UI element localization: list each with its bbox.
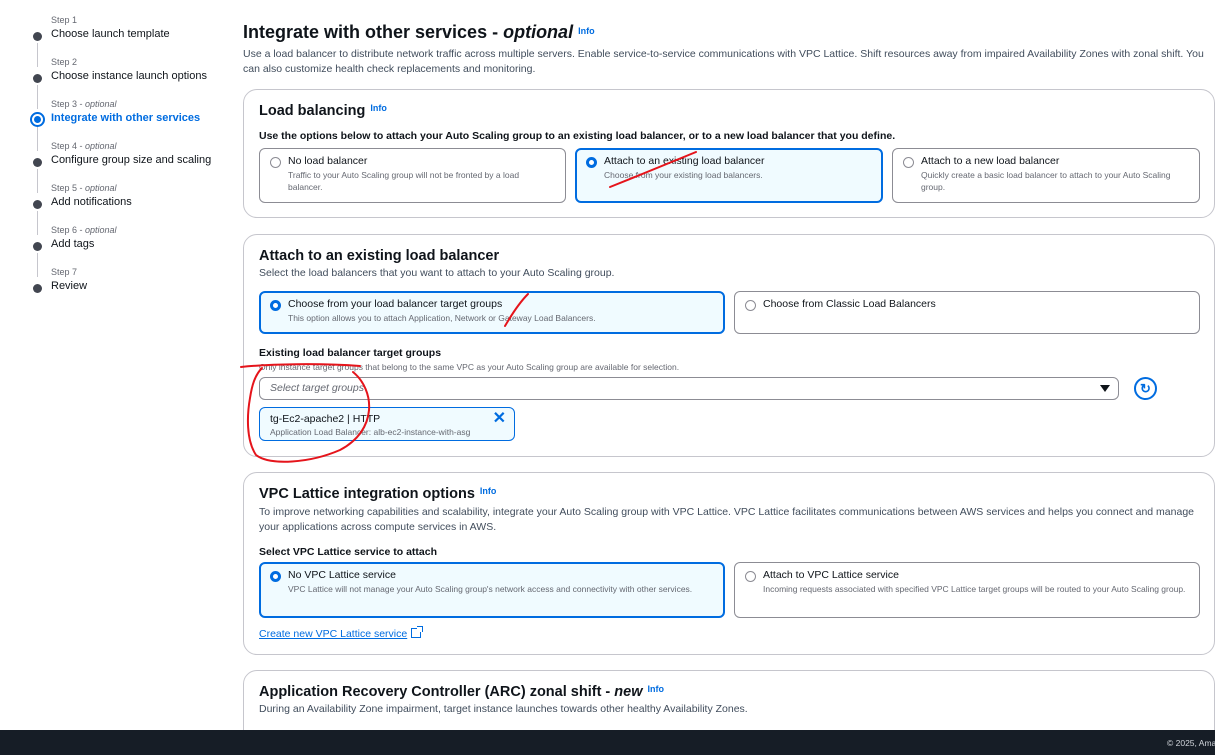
- vpc-lattice-panel: VPC Lattice integration options Info To i…: [243, 472, 1215, 655]
- option-description: Quickly create a basic load balancer to …: [921, 170, 1171, 192]
- radio-button[interactable]: [270, 571, 281, 582]
- attach-new-lb-option[interactable]: Attach to a new load balancer Quickly cr…: [892, 148, 1200, 203]
- option-label: Attach to an existing load balancer: [604, 155, 765, 167]
- option-description: Choose from your existing load balancers…: [604, 170, 763, 180]
- panel-title: VPC Lattice integration options Info: [259, 486, 497, 502]
- info-link[interactable]: Info: [480, 486, 497, 496]
- info-link[interactable]: Info: [370, 103, 387, 113]
- info-link[interactable]: Info: [647, 684, 664, 694]
- info-link[interactable]: Info: [578, 26, 595, 36]
- selected-target-group-token: tg-Ec2-apache2 | HTTP Application Load B…: [259, 407, 515, 441]
- step-dot: [33, 200, 42, 209]
- existing-load-balancer-panel: Attach to an existing load balancer Sele…: [243, 234, 1215, 457]
- footer: © 2025, Amazon Web Services: [0, 730, 1215, 755]
- refresh-button[interactable]: ↻: [1134, 377, 1157, 400]
- page-description: Use a load balancer to distribute networ…: [243, 48, 1204, 75]
- option-description: Incoming requests associated with specif…: [763, 584, 1186, 594]
- panel-title: Load balancing Info: [259, 103, 387, 119]
- step-dot: [33, 242, 42, 251]
- target-groups-description: Only instance target groups that belong …: [259, 362, 680, 372]
- attach-vpc-lattice-option[interactable]: Attach to VPC Lattice service Incoming r…: [734, 562, 1200, 618]
- option-label: No VPC Lattice service: [288, 569, 396, 581]
- step-number: Step 4 - optional: [51, 141, 117, 151]
- token-description: Application Load Balancer: alb-ec2-insta…: [270, 427, 471, 437]
- classic-lb-option[interactable]: Choose from Classic Load Balancers: [734, 291, 1200, 334]
- step-name[interactable]: Choose instance launch options: [51, 68, 211, 84]
- select-placeholder: Select target groups: [270, 382, 364, 394]
- step-name[interactable]: Review: [51, 278, 211, 294]
- step-3[interactable]: Step 3 - optional Integrate with other s…: [30, 98, 211, 151]
- panel-subtitle: Select the load balancers that you want …: [259, 267, 615, 279]
- step-name[interactable]: Choose launch template: [51, 26, 211, 42]
- radio-button[interactable]: [586, 157, 597, 168]
- option-label: Attach to a new load balancer: [921, 155, 1060, 167]
- option-label: Choose from Classic Load Balancers: [763, 298, 936, 310]
- step-7[interactable]: Step 7 Review: [30, 266, 211, 308]
- radio-button[interactable]: [270, 157, 281, 168]
- option-label: Attach to VPC Lattice service: [763, 569, 899, 581]
- load-balancing-panel: Load balancing Info Use the options below…: [243, 89, 1215, 218]
- step-1[interactable]: Step 1 Choose launch template: [30, 14, 211, 67]
- step-6[interactable]: Step 6 - optional Add tags: [30, 224, 211, 277]
- radio-button[interactable]: [745, 571, 756, 582]
- create-vpc-lattice-link[interactable]: Create new VPC Lattice service: [259, 626, 424, 640]
- option-description: VPC Lattice will not manage your Auto Sc…: [288, 584, 693, 594]
- no-vpc-lattice-option[interactable]: No VPC Lattice service VPC Lattice will …: [259, 562, 725, 618]
- step-dot: [33, 74, 42, 83]
- external-link-icon: [411, 626, 424, 638]
- step-4[interactable]: Step 4 - optional Configure group size a…: [30, 140, 211, 193]
- page-title: Integrate with other services - optional…: [243, 22, 595, 42]
- option-label: No load balancer: [288, 155, 368, 167]
- attach-existing-lb-option[interactable]: Attach to an existing load balancer Choo…: [575, 148, 883, 203]
- panel-title: Attach to an existing load balancer: [259, 248, 500, 264]
- remove-icon[interactable]: ✕: [493, 411, 506, 427]
- step-name[interactable]: Integrate with other services: [51, 110, 211, 126]
- main-content: Integrate with other services - optional…: [243, 0, 1215, 750]
- no-load-balancer-option[interactable]: No load balancer Traffic to your Auto Sc…: [259, 148, 566, 203]
- step-dot: [33, 284, 42, 293]
- option-description: Traffic to your Auto Scaling group will …: [288, 170, 520, 192]
- wizard-steps-nav: Step 1 Choose launch template Step 2 Cho…: [0, 0, 230, 730]
- copyright-text: © 2025, Amazon Web Services: [1167, 738, 1215, 748]
- step-number: Step 6 - optional: [51, 225, 117, 235]
- step-number: Step 3 - optional: [51, 99, 117, 109]
- step-number: Step 2: [51, 57, 78, 67]
- radio-button[interactable]: [745, 300, 756, 311]
- step-dot: [33, 158, 42, 167]
- radio-button[interactable]: [270, 300, 281, 311]
- option-label: Choose from your load balancer target gr…: [288, 298, 503, 310]
- step-name[interactable]: Add tags: [51, 236, 211, 252]
- load-balancing-instruction: Use the options below to attach your Aut…: [259, 130, 896, 142]
- lattice-select-label: Select VPC Lattice service to attach: [259, 546, 437, 558]
- step-5[interactable]: Step 5 - optional Add notifications: [30, 182, 211, 235]
- refresh-icon: ↻: [1140, 380, 1151, 396]
- step-number: Step 1: [51, 15, 78, 25]
- panel-description: To improve networking capabilities and s…: [259, 506, 1194, 533]
- step-dot: [33, 32, 42, 41]
- target-groups-label: Existing load balancer target groups: [259, 347, 442, 359]
- step-2[interactable]: Step 2 Choose instance launch options: [30, 56, 211, 109]
- token-label: tg-Ec2-apache2 | HTTP: [270, 413, 381, 425]
- caret-down-icon: [1100, 385, 1110, 392]
- radio-button[interactable]: [903, 157, 914, 168]
- panel-title: Application Recovery Controller (ARC) zo…: [259, 684, 664, 700]
- step-name[interactable]: Configure group size and scaling: [51, 152, 211, 168]
- target-groups-select[interactable]: Select target groups: [259, 377, 1119, 400]
- step-name[interactable]: Add notifications: [51, 194, 211, 210]
- option-description: This option allows you to attach Applica…: [288, 313, 596, 323]
- step-number: Step 5 - optional: [51, 183, 117, 193]
- step-current-dot: [30, 112, 45, 127]
- target-groups-option[interactable]: Choose from your load balancer target gr…: [259, 291, 725, 334]
- step-number: Step 7: [51, 267, 78, 277]
- panel-description: During an Availability Zone impairment, …: [259, 703, 748, 715]
